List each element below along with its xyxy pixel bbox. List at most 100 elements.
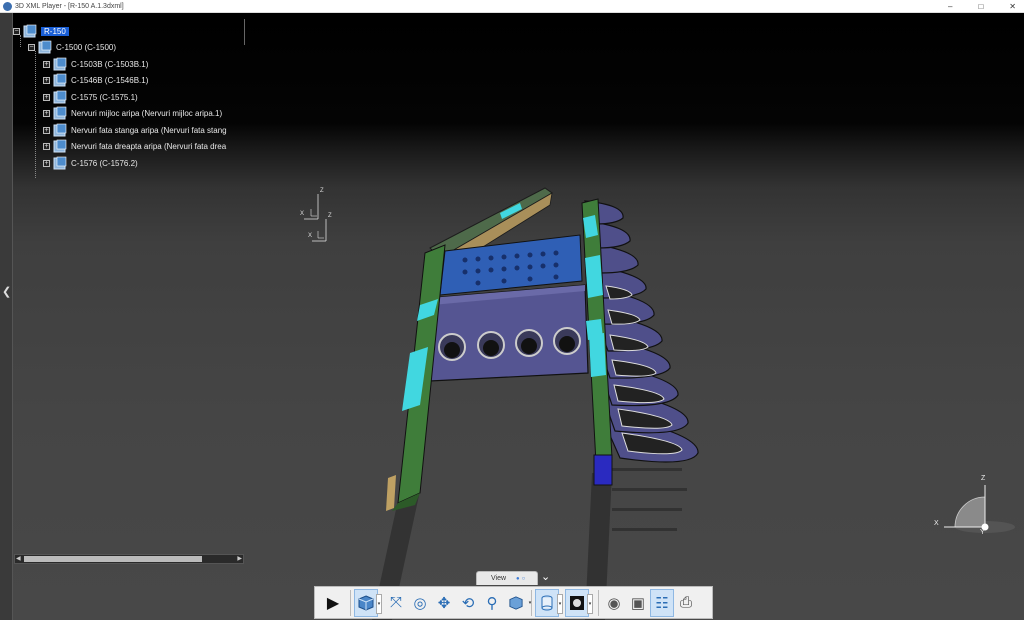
close-button[interactable]: ✕ [1009, 2, 1016, 11]
product-icon [38, 40, 52, 54]
part-icon [53, 106, 67, 120]
print-button[interactable]: ⎙ [674, 589, 698, 617]
tree-item-label[interactable]: C-1546B (C-1546B.1) [71, 76, 148, 85]
product-icon [23, 24, 37, 38]
scrollbar-thumb[interactable] [24, 556, 202, 562]
tree-item-label[interactable]: Nervuri mijloc aripa (Nervuri mijloc ari… [71, 109, 222, 118]
lighting-button[interactable]: ▾ [565, 588, 593, 617]
dropdown-arrow-icon[interactable]: ▾ [376, 593, 382, 614]
cube-render-icon [358, 594, 374, 611]
compass-x-label: X [934, 520, 939, 527]
collapse-icon[interactable]: − [28, 43, 35, 51]
view-orientation-button[interactable]: ▾ [504, 589, 531, 617]
render-style-button[interactable]: ▾ [354, 588, 382, 617]
tree-item-label[interactable]: Nervuri fata dreapta aripa (Nervuri fata… [71, 142, 226, 151]
tree-item-label[interactable]: C-1503B (C-1503B.1) [71, 60, 148, 69]
section-button[interactable]: ▾ [535, 588, 563, 617]
rotate-icon: ◎ [413, 594, 427, 612]
eye-icon: ◉ [607, 594, 621, 612]
zoom-icon: ⚲ [486, 594, 498, 612]
swap-icon: ▣ [630, 594, 646, 612]
fly-icon: ⟲ [461, 594, 475, 612]
print-icon: ⎙ [679, 594, 692, 611]
scroll-right-icon[interactable]: ▶ [237, 555, 242, 562]
title-bar: 3D XML Player - [R-150 A.1.3dxml] – □ ✕ [0, 0, 1024, 13]
view-toolbar: ▶ ▾ ⤧ ◎ ✥ ⟲ ⚲ ▾ ▾ ▾ ◉ ▣ ☷ ⎙ [314, 586, 713, 619]
app-icon [3, 1, 12, 11]
toolbar-separator [598, 589, 599, 616]
scroll-left-icon[interactable]: ◀ [16, 555, 21, 562]
window-title: 3D XML Player - [R-150 A.1.3dxml] [15, 2, 124, 10]
hide-show-button[interactable]: ◉ [602, 589, 626, 617]
part-icon [53, 156, 67, 170]
part-icon [53, 123, 67, 137]
fit-all-button[interactable]: ⤧ [384, 589, 408, 617]
dropdown-arrow-icon[interactable]: ▾ [557, 593, 563, 614]
collapse-icon[interactable]: − [13, 27, 20, 35]
rotate-button[interactable]: ◎ [408, 589, 432, 617]
toolbar-tab-label: View [491, 575, 507, 582]
dropdown-arrow-icon[interactable]: ▾ [527, 593, 533, 613]
tree-item[interactable]: + C-1575 (C-1575.1) [43, 89, 138, 105]
tree-child-label[interactable]: C-1500 (C-1500) [56, 43, 116, 52]
maximize-button[interactable]: □ [978, 2, 983, 11]
tree-icon: ☷ [655, 594, 669, 612]
part-icon [53, 57, 67, 71]
tree-child-row[interactable]: − C-1500 (C-1500) [28, 39, 116, 55]
tree-item[interactable]: + Nervuri mijloc aripa (Nervuri mijloc a… [43, 105, 222, 121]
tree-item[interactable]: + C-1503B (C-1503B.1) [43, 56, 148, 72]
pan-button[interactable]: ✥ [432, 589, 456, 617]
axis-x-label: X [308, 233, 313, 239]
expand-icon[interactable]: + [43, 142, 50, 150]
tree-item[interactable]: + C-1576 (C-1576.2) [43, 155, 138, 171]
tree-horizontal-scrollbar[interactable]: ◀ ▶ [14, 554, 244, 564]
tree-panel-handle[interactable]: ❮ [0, 13, 13, 620]
play-button[interactable]: ▶ [319, 589, 347, 617]
tree-divider [244, 19, 245, 45]
fly-button[interactable]: ⟲ [456, 589, 480, 617]
axis-z-label: Z [320, 188, 324, 194]
axis-z-label: Z [328, 213, 332, 219]
local-axis-triad [304, 194, 327, 242]
tree-connector [35, 51, 36, 178]
tree-item[interactable]: + C-1546B (C-1546B.1) [43, 72, 148, 88]
tree-item-label[interactable]: C-1576 (C-1576.2) [71, 159, 138, 168]
part-icon [53, 73, 67, 87]
compass-y-label: Y [980, 529, 985, 536]
zoom-button[interactable]: ⚲ [480, 589, 504, 617]
cylinder-icon [541, 595, 553, 610]
part-icon [53, 90, 67, 104]
expand-icon[interactable]: + [43, 93, 50, 101]
iso-cube-icon [509, 595, 523, 610]
compass-icon[interactable] [930, 475, 1016, 541]
expand-icon[interactable]: + [43, 126, 50, 134]
tree-toggle-button[interactable]: ☷ [650, 588, 674, 617]
tree-root-row[interactable]: − R-150 [13, 23, 69, 39]
chevron-down-icon[interactable]: ⌄ [541, 570, 550, 583]
compass-z-label: Z [981, 475, 986, 482]
toolbar-tab-view[interactable]: View ●○ [476, 571, 538, 585]
tree-item[interactable]: + Nervuri fata dreapta aripa (Nervuri fa… [43, 138, 226, 154]
tree-item-label[interactable]: C-1575 (C-1575.1) [71, 93, 138, 102]
swap-visible-button[interactable]: ▣ [626, 589, 650, 617]
window-controls: – □ ✕ [948, 0, 1016, 13]
expand-icon[interactable]: + [43, 60, 50, 68]
pan-icon: ✥ [437, 594, 451, 612]
tree-item-label[interactable]: Nervuri fata stanga aripa (Nervuri fata … [71, 126, 227, 135]
expand-icon[interactable]: + [43, 109, 50, 117]
expand-icon[interactable]: + [43, 159, 50, 167]
tree-item[interactable]: + Nervuri fata stanga aripa (Nervuri fat… [43, 122, 227, 138]
axis-x-label: X [300, 211, 305, 217]
play-icon: ▶ [326, 594, 340, 612]
minimize-button[interactable]: – [948, 2, 952, 11]
dropdown-arrow-icon[interactable]: ▾ [587, 593, 593, 614]
fit-all-icon: ⤧ [389, 594, 402, 611]
chevron-left-icon[interactable]: ❮ [2, 285, 11, 298]
expand-icon[interactable]: + [43, 76, 50, 84]
page-indicator-icon[interactable]: ●○ [516, 576, 527, 582]
3d-viewport[interactable]: ❮ − R-150 − C-1500 (C-1500) + C-1503B (C… [0, 13, 1024, 620]
lighting-icon [570, 595, 584, 610]
part-icon [53, 139, 67, 153]
product-tree: − R-150 − C-1500 (C-1500) + C-1503B (C-1… [13, 19, 245, 184]
tree-root-label[interactable]: R-150 [41, 26, 69, 36]
